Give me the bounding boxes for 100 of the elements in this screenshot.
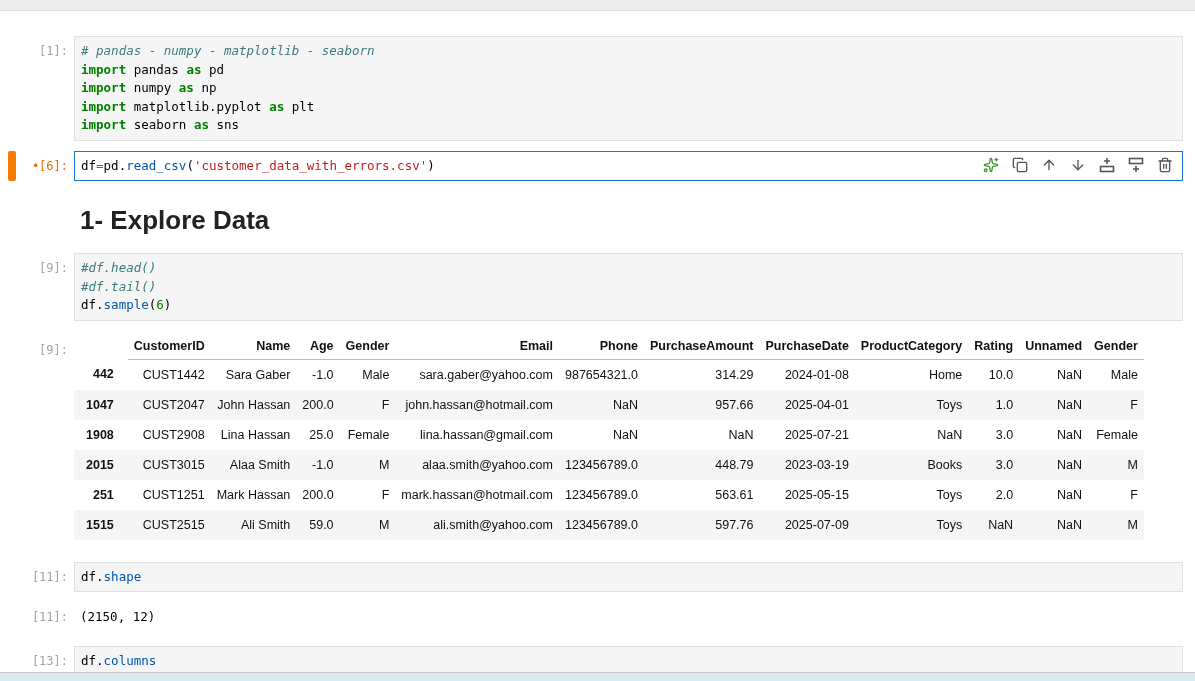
table-cell: Home <box>854 359 969 390</box>
table-cell: 2025-04-01 <box>759 389 855 420</box>
table-cell: 200.0 <box>296 479 340 510</box>
table-cell: Books <box>854 449 969 480</box>
cell-prompt: [9]: <box>38 341 69 359</box>
table-cell: -1.0 <box>296 359 340 390</box>
column-header: ProductCategory <box>854 332 969 359</box>
cell-prompt: [11]: <box>30 609 69 626</box>
table-cell: 597.76 <box>644 509 760 540</box>
table-cell: 25.0 <box>296 419 340 450</box>
column-header: Gender <box>1088 332 1144 359</box>
row-index: 442 <box>74 359 128 390</box>
table-cell: 2.0 <box>968 479 1020 510</box>
output-text: (2150, 12) <box>79 608 157 626</box>
column-header: Name <box>210 332 297 359</box>
table-cell: 3.0 <box>968 419 1020 450</box>
cell-prompt: [9]: <box>38 260 69 277</box>
table-cell: 314.29 <box>644 359 760 390</box>
table-cell: CUST3015 <box>127 449 211 480</box>
delete-button[interactable] <box>1156 155 1174 174</box>
code-editor[interactable]: # pandas - numpy - matplotlib - seaborn import pandas as pd import numpy as np import matplotlib.pyplot as plt import seaborn as sns <box>74 36 1183 141</box>
table-cell: CUST1251 <box>127 479 211 510</box>
table-cell: 123456789.0 <box>559 479 644 510</box>
table-cell: Female <box>339 419 396 450</box>
table-cell: john.hassan@hotmail.com <box>395 389 559 420</box>
table-cell: NaN <box>1019 389 1089 420</box>
table-cell: 957.66 <box>644 389 760 420</box>
table-cell: 10.0 <box>968 359 1020 390</box>
row-index: 1047 <box>74 389 128 420</box>
table-cell: CUST2047 <box>127 389 211 420</box>
sparkle-icon <box>983 156 999 173</box>
table-cell: mark.hassan@hotmail.com <box>395 479 559 510</box>
table-cell: NaN <box>559 389 644 420</box>
insert-below-icon <box>1128 156 1144 173</box>
table-cell: 2025-07-09 <box>759 509 855 540</box>
table-cell: Toys <box>854 389 969 420</box>
column-header: Unnamed <box>1019 332 1089 359</box>
table-cell: NaN <box>854 419 969 450</box>
code-editor[interactable]: df.columns <box>74 646 1183 672</box>
row-index: 2015 <box>74 449 128 480</box>
table-cell: John Hassan <box>210 389 297 420</box>
table-cell: NaN <box>1019 359 1089 390</box>
row-index: 1908 <box>74 419 128 450</box>
table-cell: Toys <box>854 509 969 540</box>
table-cell: Male <box>1088 359 1144 390</box>
insert-above-button[interactable] <box>1098 155 1116 174</box>
table-cell: CUST2908 <box>127 419 211 450</box>
section-heading: 1- Explore Data <box>80 204 271 237</box>
table-cell: NaN <box>1019 419 1089 450</box>
table-cell: -1.0 <box>296 449 340 480</box>
table-cell: M <box>339 509 396 540</box>
column-header: Rating <box>968 332 1020 359</box>
insert-above-icon <box>1099 156 1115 173</box>
table-cell: F <box>339 389 396 420</box>
table-cell: Male <box>339 359 396 390</box>
table-cell: 563.61 <box>644 479 760 510</box>
generate-button[interactable] <box>982 155 1000 174</box>
table-cell: NaN <box>968 509 1020 540</box>
row-index: 251 <box>74 479 128 510</box>
code-editor[interactable]: df=pd.read_csv('customer_data_with_errors.csv') <box>74 150 1183 181</box>
table-cell: ali.smith@yahoo.com <box>395 509 559 540</box>
column-header: Phone <box>559 332 644 359</box>
table-cell: CUST2515 <box>127 509 211 540</box>
cell-prompt: [11]: <box>30 568 69 586</box>
table-cell: 123456789.0 <box>559 509 644 540</box>
code-editor[interactable]: #df.head() #df.tail() df.sample(6) <box>74 253 1183 321</box>
table-cell: NaN <box>559 419 644 450</box>
cell-prompt: [13]: <box>30 653 69 670</box>
table-cell: 3.0 <box>968 449 1020 480</box>
cell-prompt: [1]: <box>38 43 69 60</box>
trash-icon <box>1157 156 1173 173</box>
table-cell: F <box>339 479 396 510</box>
column-header: CustomerID <box>127 332 211 359</box>
table-cell: 1.0 <box>968 389 1020 420</box>
duplicate-button[interactable] <box>1011 155 1029 174</box>
table-cell: F <box>1088 479 1144 510</box>
row-index: 1515 <box>74 509 128 540</box>
table-cell: 200.0 <box>296 389 340 420</box>
table-cell: Ali Smith <box>210 509 297 540</box>
insert-below-button[interactable] <box>1127 155 1145 174</box>
table-cell: 59.0 <box>296 509 340 540</box>
table-cell: 2025-05-15 <box>759 479 855 510</box>
table-cell: Toys <box>854 479 969 510</box>
table-cell: M <box>1088 449 1144 480</box>
column-header: PurchaseAmount <box>644 332 760 359</box>
code-editor[interactable]: df.shape <box>74 561 1183 592</box>
table-cell: M <box>1088 509 1144 540</box>
table-cell: NaN <box>1019 449 1089 480</box>
table-cell: NaN <box>1019 479 1089 510</box>
table-cell: M <box>339 449 396 480</box>
table-cell: CUST1442 <box>127 359 211 390</box>
table-cell: 123456789.0 <box>559 449 644 480</box>
column-header: Email <box>395 332 559 359</box>
table-cell: 2024-01-08 <box>759 359 855 390</box>
table-cell: 987654321.0 <box>559 359 644 390</box>
table-cell: Lina Hassan <box>210 419 297 450</box>
table-cell: 2023-03-19 <box>759 449 855 480</box>
cell-prompt: •[6]: <box>30 157 69 175</box>
table-cell: Female <box>1088 419 1144 450</box>
table-cell: sara.gaber@yahoo.com <box>395 359 559 390</box>
